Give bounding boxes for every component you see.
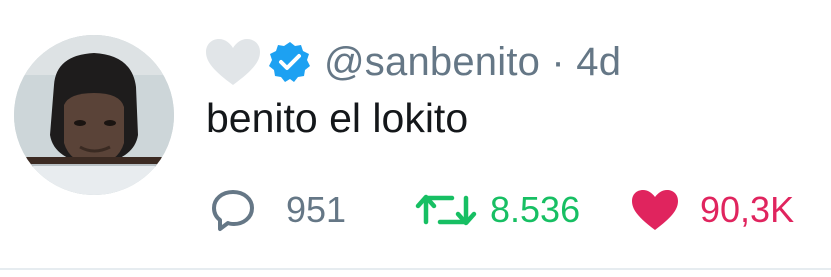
- tweet-header: @sanbenito · 4d: [204, 34, 621, 90]
- retweet-icon: [415, 194, 477, 226]
- meta-separator: ·: [551, 39, 565, 84]
- retweet-count: 8.536: [490, 189, 581, 230]
- handle-text[interactable]: @sanbenito: [324, 40, 540, 84]
- retweet-button[interactable]: 8.536: [414, 182, 580, 238]
- tweet-age[interactable]: 4d: [576, 40, 621, 84]
- reply-bubble-icon: [212, 190, 254, 231]
- like-count: 90,3K: [700, 189, 795, 230]
- tweet-actions: 951 8.536 90,3K: [206, 182, 816, 238]
- verified-badge-icon: [269, 42, 310, 82]
- reply-button[interactable]: 951: [210, 182, 346, 238]
- like-button[interactable]: 90,3K: [630, 182, 794, 238]
- avatar-photo: [14, 35, 174, 195]
- divider: [0, 268, 831, 270]
- heart-icon[interactable]: [204, 37, 262, 87]
- tweet-text: benito el lokito: [206, 95, 469, 141]
- reply-count: 951: [286, 189, 347, 230]
- avatar[interactable]: [14, 35, 174, 195]
- heart-icon: [632, 190, 678, 230]
- tweet-author-handle[interactable]: @sanbenito · 4d: [324, 40, 621, 85]
